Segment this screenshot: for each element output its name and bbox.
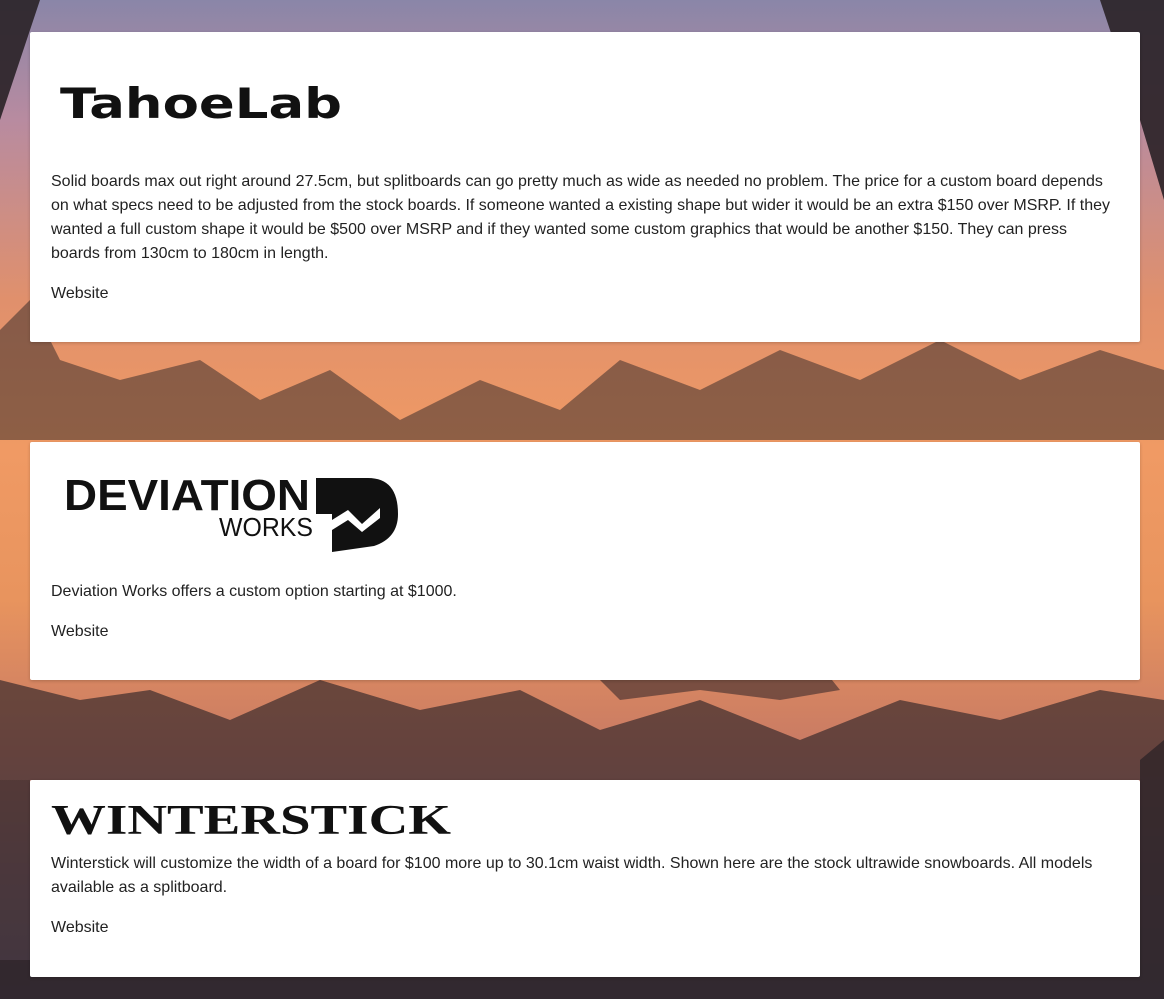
- deviation-works-emblem-icon: [316, 478, 398, 552]
- tahoelab-card: TahoeLab Solid boards max out right arou…: [30, 32, 1140, 342]
- tahoelab-description: Solid boards max out right around 27.5cm…: [51, 173, 1110, 262]
- svg-text:WORKS: WORKS: [219, 512, 313, 542]
- deviation-works-website-link[interactable]: Website: [51, 620, 109, 644]
- deviation-works-logo: DEVIATION WORKS: [64, 474, 398, 552]
- svg-text:TahoeLab: TahoeLab: [60, 84, 342, 124]
- winterstick-card: WINTERSTICK Winterstick will customize t…: [30, 780, 1140, 977]
- winterstick-logo: WINTERSTICK: [51, 800, 451, 838]
- deviation-works-description: Deviation Works offers a custom option s…: [51, 583, 457, 600]
- winterstick-description: Winterstick will customize the width of …: [51, 855, 1093, 896]
- tahoelab-website-link[interactable]: Website: [51, 282, 109, 306]
- tahoelab-logo: TahoeLab: [60, 84, 342, 124]
- svg-text:WINTERSTICK: WINTERSTICK: [51, 800, 451, 838]
- deviation-works-card: DEVIATION WORKS Deviation Works offers a…: [30, 442, 1140, 680]
- winterstick-website-link[interactable]: Website: [51, 916, 109, 940]
